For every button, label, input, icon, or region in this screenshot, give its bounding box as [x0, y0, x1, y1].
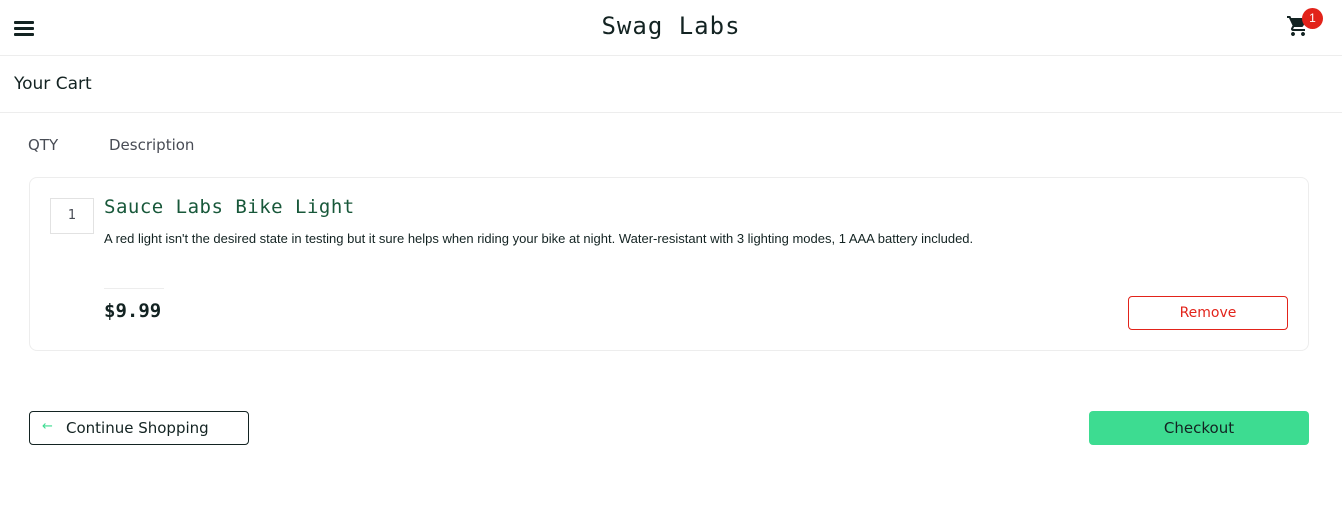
qty-column-label: QTY [28, 136, 59, 154]
continue-shopping-button[interactable]: ← Continue Shopping [29, 411, 249, 445]
continue-shopping-label: Continue Shopping [66, 419, 209, 437]
item-quantity: 1 [50, 198, 94, 234]
checkout-button[interactable]: Checkout [1089, 411, 1309, 445]
price-divider [104, 288, 164, 289]
cart-badge: 1 [1302, 8, 1323, 29]
remove-button[interactable]: Remove [1128, 296, 1288, 330]
item-name-link[interactable]: Sauce Labs Bike Light [104, 196, 355, 218]
secondary-header: Your Cart [0, 56, 1342, 113]
item-price: $9.99 [104, 300, 162, 322]
page-title: Your Cart [14, 74, 92, 94]
arrow-left-icon: ← [42, 419, 53, 434]
app-header: Swag Labs 1 [0, 0, 1342, 56]
description-column-label: Description [109, 136, 195, 154]
cart-item: 1 Sauce Labs Bike Light A red light isn'… [29, 177, 1309, 351]
app-logo: Swag Labs [601, 12, 741, 40]
item-description: A red light isn't the desired state in t… [104, 231, 974, 246]
